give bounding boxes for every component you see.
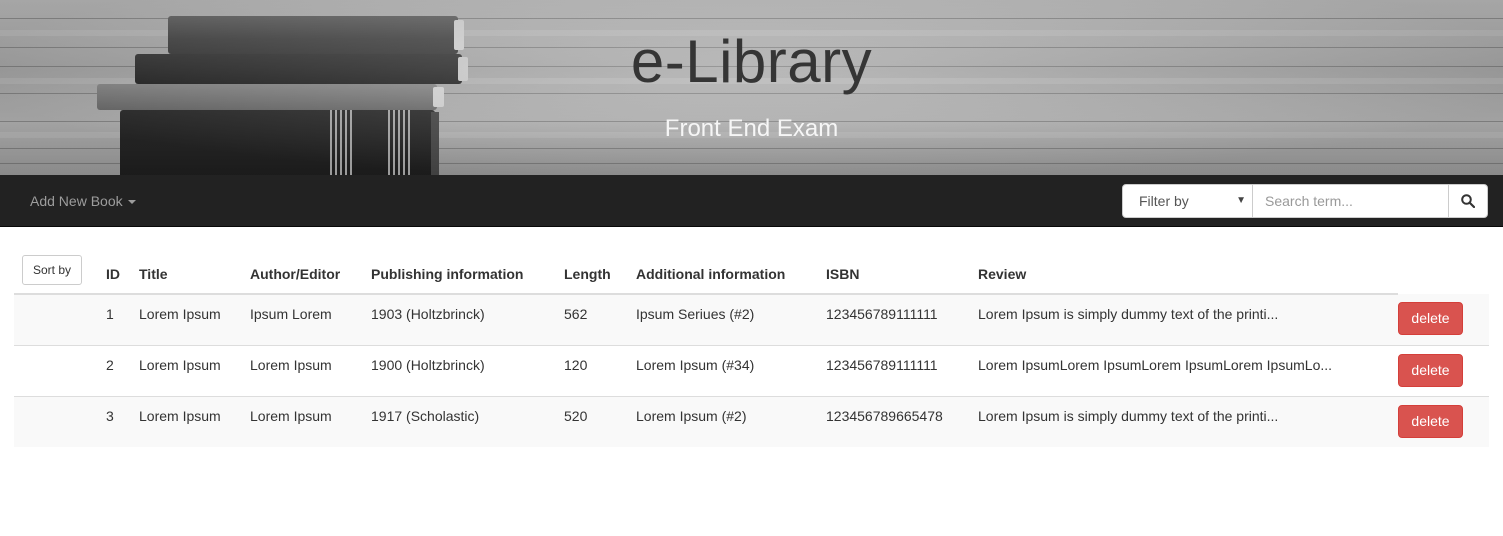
cell-id: 3	[106, 395, 139, 447]
cell-publishing: 1917 (Scholastic)	[371, 395, 564, 447]
column-header-author[interactable]: Author/Editor	[250, 255, 371, 295]
sort-by-button[interactable]: Sort by	[22, 255, 82, 285]
cell-author: Lorem Ipsum	[250, 344, 371, 396]
cell-publishing: 1903 (Holtzbrinck)	[371, 306, 485, 322]
cell-review: Lorem Ipsum is simply dummy text of the …	[978, 306, 1279, 322]
row-spacer	[14, 344, 106, 396]
cell-action: delete	[1398, 344, 1489, 396]
add-new-book-label: Add New Book	[30, 193, 123, 209]
column-header-length[interactable]: Length	[564, 255, 636, 295]
column-header-title[interactable]: Title	[139, 255, 250, 295]
navbar: Add New Book Filter by ▼	[0, 175, 1503, 227]
delete-button[interactable]: delete	[1398, 302, 1463, 335]
cell-additional: Ipsum Seriues (#2)	[636, 306, 755, 322]
cell-review: Lorem IpsumLorem IpsumLorem IpsumLorem I…	[978, 344, 1398, 396]
cell-length: 562	[564, 306, 588, 322]
table-row: 2 Lorem Ipsum Lorem Ipsum 1900 (Holtzbri…	[14, 344, 1489, 396]
cell-title: Lorem Ipsum	[139, 344, 250, 396]
page-title: e-Library	[630, 28, 873, 95]
title-block: e-Library Front End Exam	[0, 22, 1503, 144]
row-spacer	[14, 294, 106, 345]
cell-isbn: 123456789111111	[826, 344, 978, 396]
cell-additional: Lorem Ipsum (#2)	[636, 395, 826, 447]
cell-length: 520	[564, 395, 636, 447]
column-header-publishing[interactable]: Publishing information	[371, 255, 564, 295]
search-icon	[1461, 194, 1475, 208]
cell-id: 2	[106, 344, 139, 396]
cell-length: 120	[564, 344, 636, 396]
column-header-additional[interactable]: Additional information	[636, 255, 826, 295]
cell-isbn: 123456789665478	[826, 395, 978, 447]
cell-author: Lorem Ipsum	[250, 395, 371, 447]
cell-title: Lorem Ipsum	[139, 395, 250, 447]
delete-button[interactable]: delete	[1398, 404, 1463, 438]
column-header-action	[1398, 255, 1489, 294]
delete-button[interactable]: delete	[1398, 353, 1463, 387]
cell-id: 1	[106, 306, 114, 322]
filter-select-value: Filter by	[1139, 193, 1189, 209]
cell-publishing: 1900 (Holtzbrinck)	[371, 344, 564, 396]
cell-author: Ipsum Lorem	[250, 306, 332, 322]
search-button[interactable]	[1448, 184, 1488, 218]
header-banner: e-Library Front End Exam	[0, 0, 1503, 175]
column-header-review[interactable]: Review	[978, 255, 1398, 295]
add-new-book-dropdown[interactable]: Add New Book	[30, 175, 136, 227]
cell-additional: Lorem Ipsum (#34)	[636, 344, 826, 396]
books-table: ID Title Author/Editor Publishing inform…	[14, 255, 1489, 447]
chevron-down-icon: ▼	[1236, 195, 1246, 206]
table-header-row: ID Title Author/Editor Publishing inform…	[14, 255, 1489, 295]
cell-action: delete	[1398, 395, 1489, 447]
filter-select[interactable]: Filter by ▼	[1122, 184, 1253, 218]
table-row: 1 Lorem Ipsum Ipsum Lorem 1903 (Holtzbri…	[14, 294, 1489, 345]
cell-action: delete	[1398, 294, 1489, 345]
page-subtitle: Front End Exam	[664, 115, 839, 142]
column-header-isbn[interactable]: ISBN	[826, 255, 978, 295]
cell-isbn: 123456789111111	[826, 306, 938, 322]
caret-down-icon	[127, 200, 136, 205]
table-row: 3 Lorem Ipsum Lorem Ipsum 1917 (Scholast…	[14, 395, 1489, 447]
cell-review: Lorem Ipsum is simply dummy text of the …	[978, 395, 1398, 447]
row-spacer	[14, 395, 106, 447]
cell-title: Lorem Ipsum	[139, 306, 221, 322]
column-header-id[interactable]: ID	[106, 255, 139, 295]
search-input[interactable]	[1253, 184, 1449, 218]
